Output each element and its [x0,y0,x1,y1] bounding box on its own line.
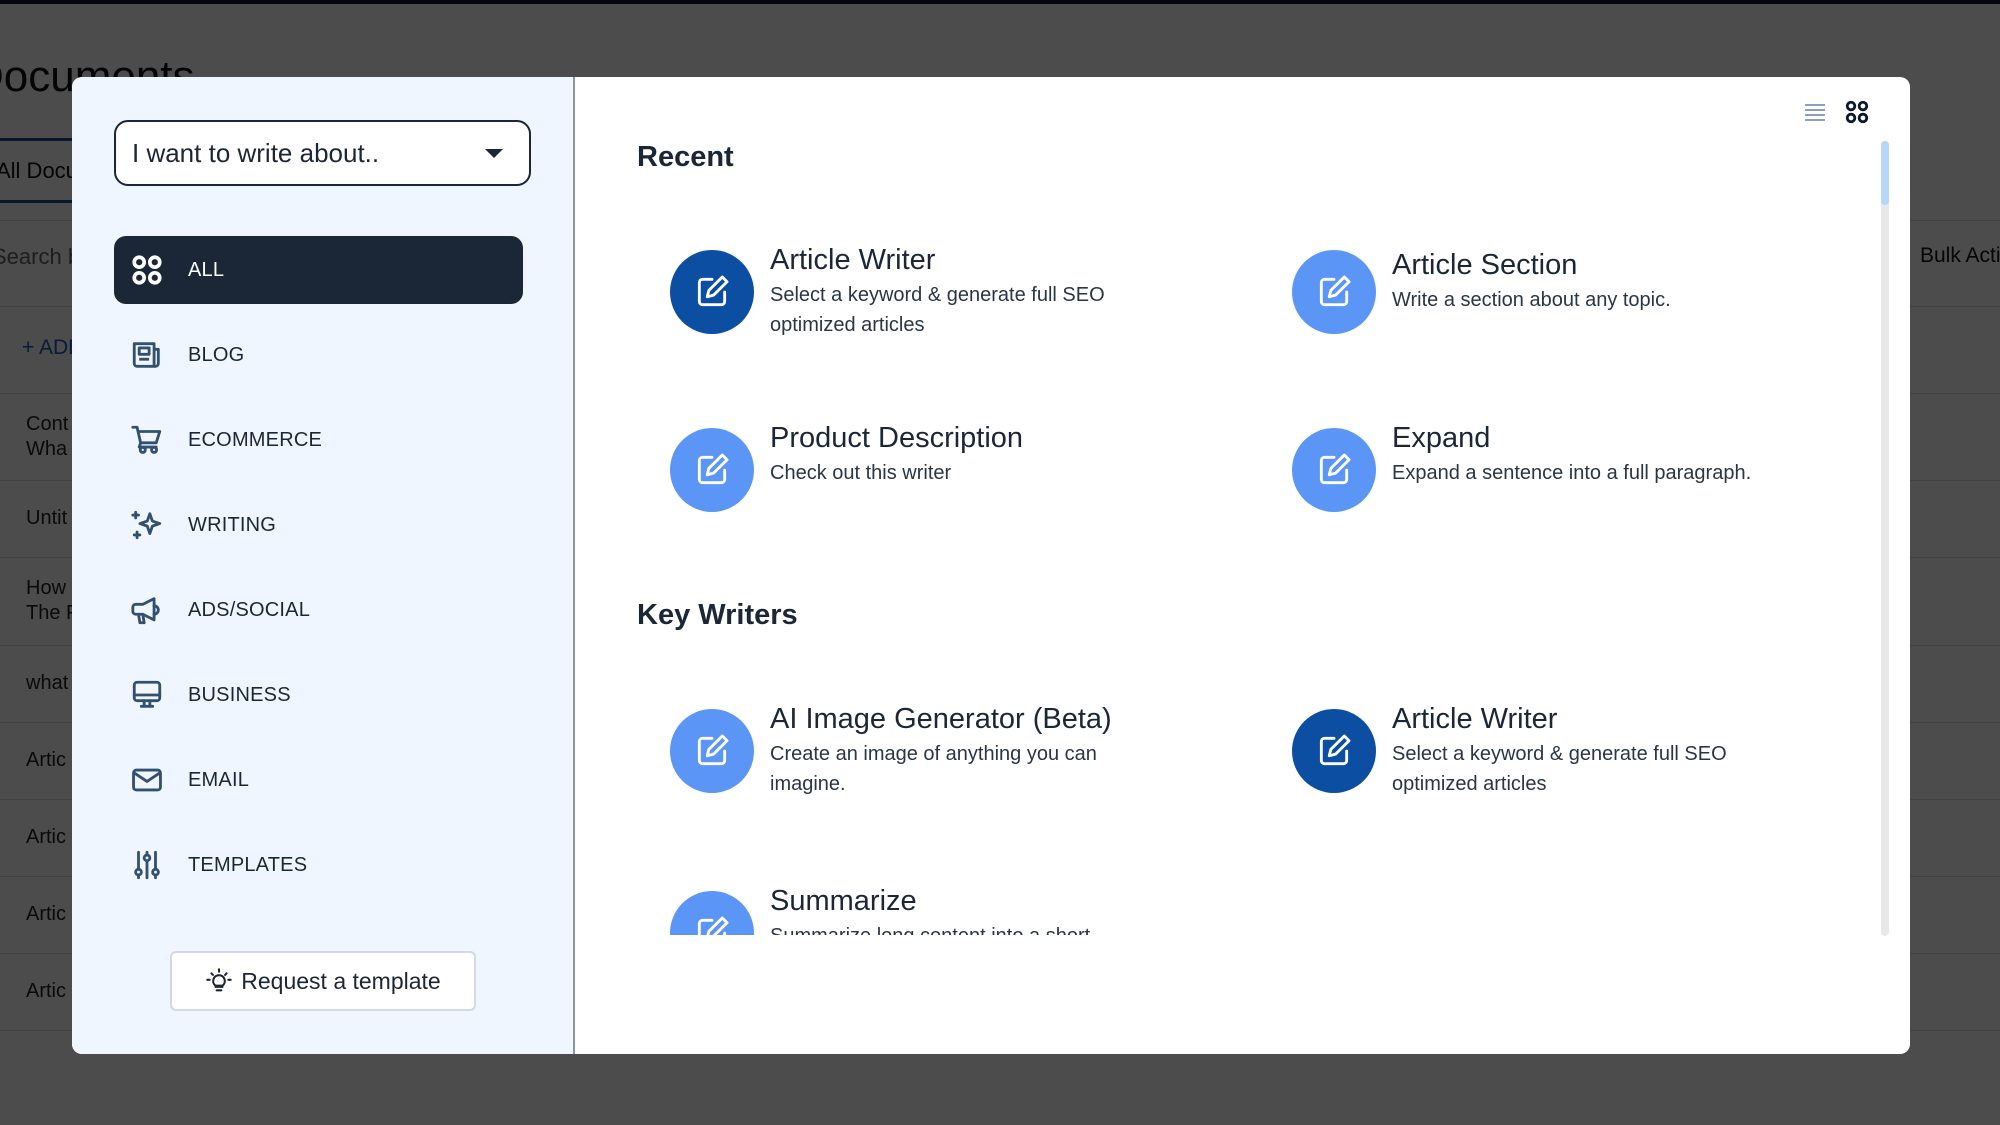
cart-icon [130,423,164,457]
templates-scroll-area: Recent Article Writer Select a keyword &… [575,77,1875,935]
section-title-key-writers: Key Writers [637,599,798,631]
template-card[interactable]: Product Description Check out this write… [670,422,1230,512]
card-title: Expand [1392,422,1491,454]
category-label: WRITING [188,513,277,536]
template-card[interactable]: Summarize Summarize long content into a … [670,885,1230,935]
card-description: Select a keyword & generate full SEO opt… [1392,743,1727,795]
template-picker-modal: I want to write about.. ALL BLOG ECOMMER… [72,77,1910,1054]
category-writing[interactable]: WRITING [114,491,523,559]
card-description: Create an image of anything you can imag… [770,743,1097,795]
newspaper-icon [130,338,164,372]
template-card[interactable]: Article Writer Select a keyword & genera… [1292,703,1852,799]
card-title: Article Section [1392,249,1578,281]
card-title: Product Description [770,422,1024,454]
mail-icon [130,763,164,797]
category-label: TEMPLATES [188,853,308,876]
sparkles-icon [130,508,164,542]
card-title: Article Writer [1392,703,1558,735]
edit-icon [1292,709,1376,793]
category-sidebar: I want to write about.. ALL BLOG ECOMMER… [72,77,575,1054]
card-description: Check out this writer [770,462,952,484]
edit-icon [670,709,754,793]
category-all[interactable]: ALL [114,236,523,304]
category-label: ADS/SOCIAL [188,598,311,621]
card-description: Write a section about any topic. [1392,289,1671,311]
template-card[interactable]: Expand Expand a sentence into a full par… [1292,422,1852,512]
template-card[interactable]: Article Section Write a section about an… [1292,249,1852,334]
grid-icon [130,253,164,287]
template-card[interactable]: Article Writer Select a keyword & genera… [670,244,1230,340]
request-template-button[interactable]: Request a template [170,951,476,1011]
monitor-icon [130,678,164,712]
category-templates[interactable]: TEMPLATES [114,831,523,899]
card-title: Article Writer [770,244,936,276]
category-label: EMAIL [188,768,250,791]
edit-icon [670,428,754,512]
caret-down-icon [485,148,503,158]
category-label: ECOMMERCE [188,428,323,451]
category-ecommerce[interactable]: ECOMMERCE [114,406,523,474]
templates-panel: Recent Article Writer Select a keyword &… [575,77,1910,1054]
dropdown-label: I want to write about.. [132,137,380,168]
sliders-icon [130,848,164,882]
edit-icon [670,891,754,935]
edit-icon [1292,428,1376,512]
edit-icon [670,250,754,334]
section-title-recent: Recent [637,141,734,173]
category-email[interactable]: EMAIL [114,746,523,814]
category-nav: ALL BLOG ECOMMERCE WRITING ADS/SOCIAL BU… [114,236,523,916]
lightbulb-icon [206,968,232,992]
category-ads-social[interactable]: ADS/SOCIAL [114,576,523,644]
template-card[interactable]: AI Image Generator (Beta) Create an imag… [670,703,1230,799]
category-label: ALL [188,258,225,281]
card-description: Expand a sentence into a full paragraph. [1392,462,1752,484]
scrollbar[interactable] [1881,141,1889,936]
request-template-label: Request a template [241,967,441,994]
megaphone-icon [130,593,164,627]
card-title: Summarize [770,885,917,917]
category-label: BUSINESS [188,683,291,706]
category-label: BLOG [188,343,245,366]
category-blog[interactable]: BLOG [114,321,523,389]
scrollbar-thumb[interactable] [1881,141,1889,205]
card-description: Select a keyword & generate full SEO opt… [770,284,1105,336]
card-title: AI Image Generator (Beta) [770,703,1112,735]
card-description: Summarize long content into a short [770,921,1090,935]
category-business[interactable]: BUSINESS [114,661,523,729]
edit-icon [1292,250,1376,334]
topic-dropdown[interactable]: I want to write about.. [114,120,531,186]
